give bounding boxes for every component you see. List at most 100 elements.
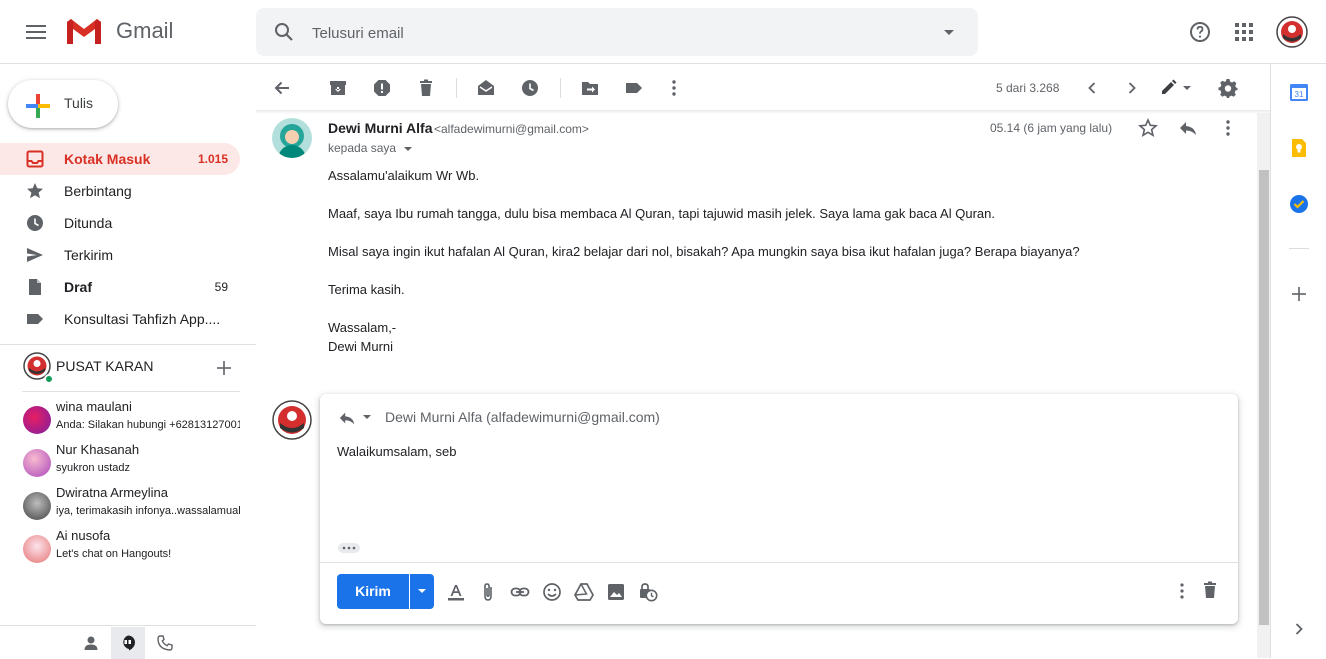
google-drive-icon[interactable] (574, 582, 594, 602)
toolbar-separator (456, 78, 457, 98)
more-options-icon[interactable] (1174, 581, 1190, 601)
reply-icon[interactable] (1178, 118, 1198, 138)
newer-icon[interactable] (1082, 78, 1102, 98)
labels-icon[interactable] (624, 78, 644, 98)
delete-icon[interactable] (416, 78, 436, 98)
page-count: 5 dari 3.268 (996, 81, 1060, 95)
toolbar-shadow (256, 110, 1270, 114)
confidential-mode-icon[interactable] (638, 582, 658, 602)
chat-name: Dwiratna Armeylina (56, 485, 168, 500)
reply-compose-box: Dewi Murni Alfa (alfadewimurni@gmail.com… (320, 394, 1238, 624)
snooze-icon[interactable] (520, 78, 540, 98)
reply-icon[interactable] (338, 409, 356, 427)
search-icon[interactable] (272, 20, 296, 44)
archive-icon[interactable] (328, 78, 348, 98)
gmail-logo-icon[interactable] (64, 16, 104, 48)
get-addons-icon[interactable] (1289, 284, 1309, 304)
back-icon[interactable] (272, 78, 292, 98)
mark-unread-icon[interactable] (476, 78, 496, 98)
chat-name: Ai nusofa (56, 528, 111, 543)
side-panel: 31 (1270, 64, 1326, 658)
nav-item-label-konsultasi[interactable]: Konsultasi Tahfizh App.... (0, 303, 240, 335)
label-icon (26, 310, 44, 328)
star-icon (26, 182, 44, 200)
contacts-tab[interactable] (74, 627, 108, 659)
discard-draft-icon[interactable] (1200, 580, 1220, 600)
message-time: 05.14 (6 jam yang lalu) (990, 121, 1113, 135)
insert-emoji-icon[interactable] (542, 582, 562, 602)
reply-author-avatar (272, 400, 312, 440)
expand-panel-icon[interactable] (1289, 619, 1309, 639)
nav-item-starred[interactable]: Berbintang (0, 175, 240, 207)
draft-icon (26, 278, 44, 296)
account-avatar[interactable] (1276, 16, 1308, 48)
chat-item[interactable]: Ai nusofa Let's chat on Hangouts! (0, 528, 256, 571)
search-options-icon[interactable] (942, 28, 956, 38)
move-to-icon[interactable] (580, 78, 600, 98)
report-spam-icon[interactable] (372, 78, 392, 98)
add-chat-icon[interactable] (216, 360, 232, 376)
apps-grid-icon[interactable] (1234, 22, 1254, 42)
keep-icon[interactable] (1289, 138, 1309, 158)
send-button[interactable]: Kirim (337, 574, 409, 609)
sender-email: <alfadewimurni@gmail.com> (434, 122, 589, 136)
chat-preview: Anda: Silakan hubungi +6281312700181 (56, 419, 240, 431)
more-options-icon[interactable] (664, 78, 684, 98)
help-icon[interactable] (1188, 20, 1212, 44)
search-bar (256, 8, 978, 56)
hangouts-tab[interactable] (111, 627, 145, 659)
reply-body-input[interactable]: Walaikumsalam, seb (337, 444, 456, 459)
nav-count: 1.015 (197, 152, 228, 166)
top-header: Gmail (0, 0, 1326, 64)
calendar-icon[interactable]: 31 (1289, 82, 1309, 102)
nav-label: Ditunda (64, 215, 113, 231)
clock-icon (26, 214, 44, 232)
nav-item-inbox[interactable]: Kotak Masuk 1.015 (0, 143, 240, 175)
online-status-icon (44, 374, 54, 384)
settings-gear-icon[interactable] (1218, 78, 1238, 98)
chat-preview: syukron ustadz (56, 462, 130, 474)
message-body-line: Assalamu'alaikum Wr Wb. (328, 168, 480, 183)
star-icon[interactable] (1138, 118, 1158, 138)
reply-type-dropdown-icon[interactable] (362, 414, 372, 420)
insert-link-icon[interactable] (510, 582, 530, 602)
recipient-label: kepada saya (328, 141, 397, 155)
scrollbar-thumb[interactable] (1259, 170, 1269, 625)
more-options-icon[interactable] (1218, 118, 1238, 138)
insert-photo-icon[interactable] (606, 582, 626, 602)
nav-count: 59 (214, 280, 228, 294)
older-icon[interactable] (1122, 78, 1142, 98)
attach-file-icon[interactable] (478, 582, 498, 602)
svg-text:31: 31 (1295, 90, 1304, 99)
divider (0, 344, 256, 345)
formatting-options-icon[interactable] (446, 582, 466, 602)
nav-item-snoozed[interactable]: Ditunda (0, 207, 240, 239)
compose-button[interactable]: Tulis (8, 80, 118, 128)
tasks-icon[interactable] (1289, 194, 1309, 214)
phone-tab[interactable] (148, 627, 182, 659)
search-input[interactable] (312, 22, 912, 44)
show-details-icon[interactable] (403, 146, 413, 152)
chat-item[interactable]: Nur Khasanah syukron ustadz (0, 442, 256, 485)
message-body-line: Dewi Murni (328, 339, 394, 354)
toolbar-separator (560, 78, 561, 98)
chat-item[interactable]: wina maulani Anda: Silakan hubungi +6281… (0, 399, 256, 442)
menu-icon[interactable] (22, 20, 50, 44)
sender-avatar[interactable] (272, 118, 312, 158)
send-options-icon[interactable] (410, 574, 434, 609)
hangouts-user-name[interactable]: PUSAT KARAN (56, 358, 154, 374)
divider (22, 391, 240, 392)
nav-item-drafts[interactable]: Draf 59 (0, 271, 240, 303)
hangouts-bottom-bar (0, 625, 256, 659)
reply-recipient[interactable]: Dewi Murni Alfa (alfadewimurni@gmail.com… (385, 409, 660, 425)
chat-name: wina maulani (56, 399, 132, 414)
person-icon (84, 636, 98, 650)
sender-name: Dewi Murni Alfa (328, 120, 433, 136)
show-trimmed-content-icon[interactable] (338, 543, 360, 553)
phone-icon (157, 635, 173, 651)
input-tools-icon[interactable] (1160, 78, 1194, 98)
chat-avatar (23, 535, 51, 563)
divider (320, 562, 1238, 563)
nav-item-sent[interactable]: Terkirim (0, 239, 240, 271)
chat-item[interactable]: Dwiratna Armeylina iya, terimakasih info… (0, 485, 256, 528)
